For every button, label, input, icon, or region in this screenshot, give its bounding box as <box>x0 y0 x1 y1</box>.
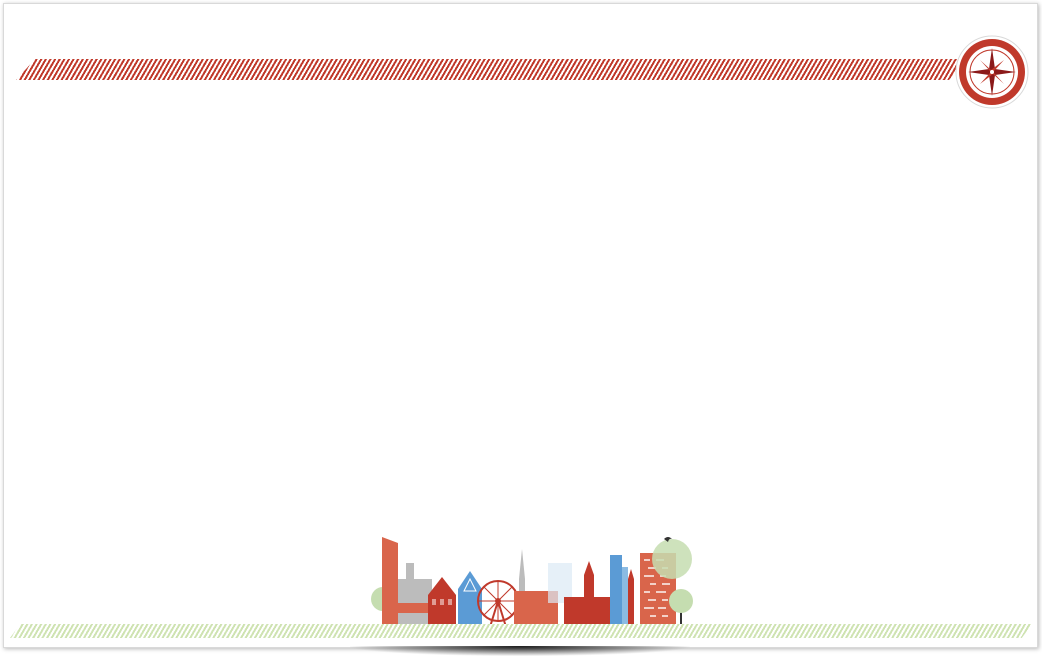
card-shadow <box>350 646 690 656</box>
city-skyline-illustration <box>371 537 693 629</box>
top-stripe-band <box>16 59 968 80</box>
compass-rose-icon <box>955 35 1029 109</box>
bottom-stripe-band <box>10 624 1032 638</box>
slide-canvas <box>3 3 1038 648</box>
